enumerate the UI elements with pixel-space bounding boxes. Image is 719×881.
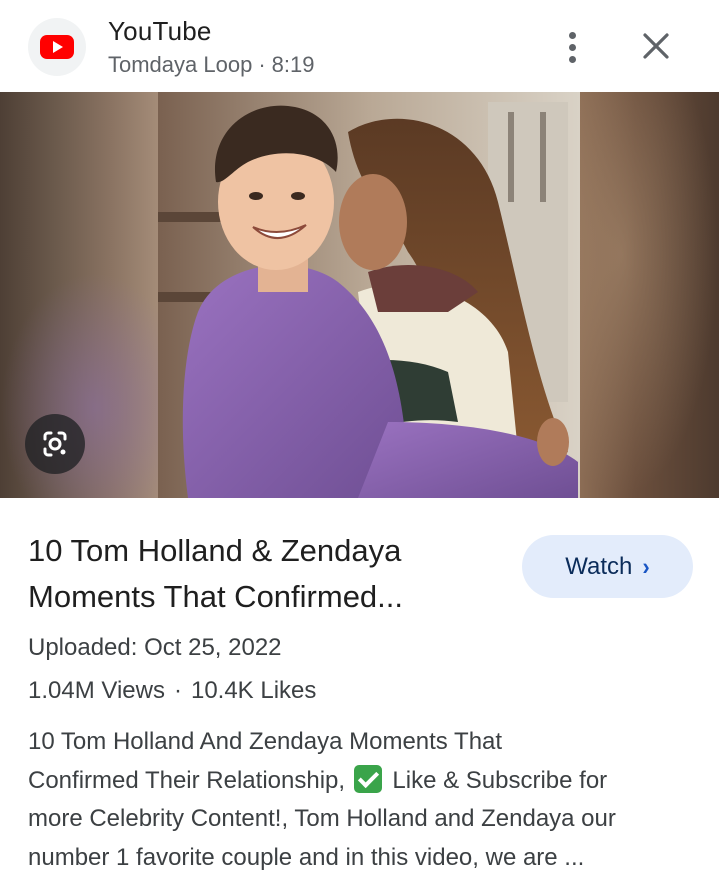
description-line-2-end: Like & Subscribe for — [392, 766, 608, 794]
upload-date: Uploaded: Oct 25, 2022 — [28, 634, 282, 661]
video-title[interactable]: 10 Tom Holland & Zendaya Moments That Co… — [28, 528, 498, 620]
more-vert-dot — [568, 55, 576, 63]
meta-separator: · — [258, 52, 266, 77]
youtube-logo-icon — [40, 35, 74, 59]
video-thumbnail[interactable] — [0, 92, 719, 498]
close-icon — [643, 33, 669, 59]
close-button[interactable] — [636, 26, 676, 66]
more-options-button[interactable] — [552, 24, 592, 70]
video-title-line-1: 10 Tom Holland & Zendaya — [28, 533, 402, 568]
like-count: 10.4K Likes — [190, 677, 317, 704]
view-count: 1.04M Views — [28, 677, 165, 704]
description-line-2-start: Confirmed Their Relationship, — [28, 766, 346, 794]
result-header: YouTube Tomdaya Loop · 8:19 — [0, 0, 719, 92]
google-lens-button[interactable] — [25, 414, 85, 474]
thumbnail-blur-right — [580, 92, 719, 498]
more-vert-icon — [568, 31, 576, 39]
stats-separator: · — [173, 677, 182, 704]
video-duration: 8:19 — [271, 52, 315, 77]
check-mark-icon — [353, 764, 382, 793]
google-lens-icon — [43, 431, 67, 457]
chevron-right-icon: › — [642, 552, 650, 580]
description-line-1: 10 Tom Holland And Zendaya Moments That — [28, 728, 503, 755]
watch-button[interactable]: Watch › — [522, 535, 693, 598]
thumbnail-photo — [158, 92, 580, 498]
description-line-2: Confirmed Their Relationship, Like & Sub… — [28, 762, 698, 801]
watch-button-label: Watch — [565, 552, 633, 580]
channel-name[interactable]: Tomdaya Loop — [108, 52, 252, 77]
video-stats: 1.04M Views · 10.4K Likes — [28, 677, 316, 705]
source-name[interactable]: YouTube — [108, 16, 212, 47]
description-line-4: number 1 favorite couple and in this vid… — [28, 843, 585, 871]
description-line-3: more Celebrity Content!, Tom Holland and… — [28, 805, 616, 832]
video-title-line-2: Moments That Confirmed... — [28, 579, 404, 614]
source-meta: Tomdaya Loop · 8:19 — [108, 52, 314, 78]
source-avatar[interactable] — [28, 18, 86, 76]
more-vert-dot — [568, 43, 576, 51]
video-description: 10 Tom Holland And Zendaya Moments That … — [28, 723, 698, 877]
